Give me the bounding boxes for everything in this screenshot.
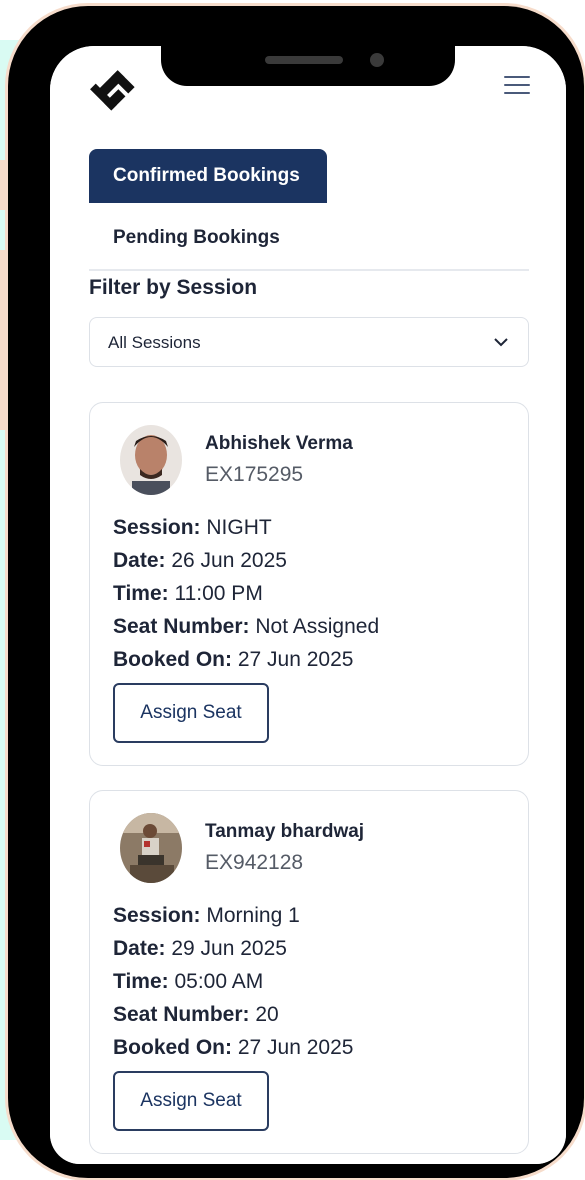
date-value: 26 Jun 2025 [171, 549, 287, 572]
session-label: Session: [113, 516, 201, 539]
booking-card: Abhishek Verma EX175295 Session: NIGHT D… [89, 402, 529, 766]
avatar [120, 813, 182, 883]
date-label: Date: [113, 937, 166, 960]
session-row: Session: NIGHT [113, 511, 379, 544]
customer-code: EX175295 [205, 463, 304, 486]
session-row: Session: Morning 1 [113, 899, 353, 932]
customer-code: EX942128 [205, 851, 304, 874]
booking-card: Tanmay bhardwaj EX942128 Session: Mornin… [89, 790, 529, 1154]
tab-pending-bookings[interactable]: Pending Bookings [89, 203, 529, 271]
customer-name: Tanmay bhardwaj [205, 821, 365, 842]
bookings-content: Confirmed Bookings Pending Bookings Filt… [50, 134, 566, 1164]
seat-label: Seat Number: [113, 615, 250, 638]
tab-confirmed-bookings[interactable]: Confirmed Bookings [89, 149, 327, 203]
user-photo [120, 813, 182, 883]
time-label: Time: [113, 582, 169, 605]
menu-bar [504, 84, 530, 86]
speaker-grille [265, 56, 343, 64]
session-value: Morning 1 [206, 904, 300, 927]
brand-logo-icon[interactable] [86, 64, 138, 116]
time-value: 11:00 PM [174, 582, 263, 605]
seat-row: Seat Number: Not Assigned [113, 610, 379, 643]
time-row: Time: 05:00 AM [113, 965, 353, 998]
hamburger-menu-icon[interactable] [504, 76, 530, 98]
time-value: 05:00 AM [174, 970, 264, 993]
session-value: NIGHT [206, 516, 272, 539]
seat-value: Not Assigned [255, 615, 380, 638]
assign-seat-button[interactable]: Assign Seat [113, 1071, 269, 1131]
phone-frame: Confirmed Bookings Pending Bookings Filt… [8, 6, 584, 1178]
avatar [120, 425, 182, 495]
menu-bar [504, 92, 530, 94]
menu-bar [504, 76, 530, 78]
time-label: Time: [113, 970, 169, 993]
booking-details: Session: Morning 1 Date: 29 Jun 2025 Tim… [113, 899, 353, 1064]
session-label: Session: [113, 904, 201, 927]
seat-label: Seat Number: [113, 1003, 250, 1026]
phone-screen: Confirmed Bookings Pending Bookings Filt… [50, 46, 566, 1164]
chevron-down-icon [494, 338, 508, 347]
booking-details: Session: NIGHT Date: 26 Jun 2025 Time: 1… [113, 511, 379, 676]
filter-label: Filter by Session [89, 276, 258, 299]
seat-row: Seat Number: 20 [113, 998, 353, 1031]
booked-on-label: Booked On: [113, 1036, 232, 1059]
seat-value: 20 [255, 1003, 279, 1026]
date-row: Date: 29 Jun 2025 [113, 932, 353, 965]
session-filter-select[interactable]: All Sessions [89, 317, 529, 367]
booked-on-row: Booked On: 27 Jun 2025 [113, 643, 379, 676]
booked-on-row: Booked On: 27 Jun 2025 [113, 1031, 353, 1064]
booked-on-label: Booked On: [113, 648, 232, 671]
booked-on-value: 27 Jun 2025 [237, 648, 354, 671]
time-row: Time: 11:00 PM [113, 577, 379, 610]
selected-session: All Sessions [108, 333, 201, 352]
front-camera [370, 53, 384, 67]
date-row: Date: 26 Jun 2025 [113, 544, 379, 577]
date-value: 29 Jun 2025 [171, 937, 287, 960]
assign-seat-button[interactable]: Assign Seat [113, 683, 269, 743]
phone-notch [161, 46, 455, 86]
customer-name: Abhishek Verma [205, 433, 353, 454]
user-photo [120, 425, 182, 495]
date-label: Date: [113, 549, 166, 572]
booked-on-value: 27 Jun 2025 [237, 1036, 354, 1059]
